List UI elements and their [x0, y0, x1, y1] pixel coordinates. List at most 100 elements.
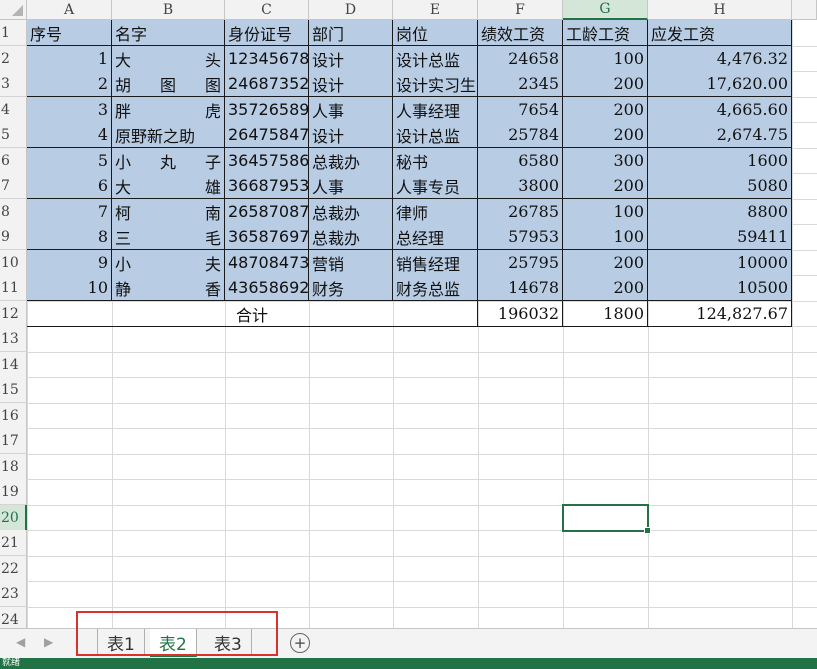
row-number-cell[interactable]: 6 — [27, 173, 112, 199]
header-cell-c[interactable]: 身份证号 — [225, 20, 309, 46]
perf-cell[interactable]: 14678 — [478, 275, 563, 301]
column-header-a[interactable]: A — [27, 0, 112, 20]
id-number-cell[interactable]: 364575868 — [225, 148, 309, 174]
row-header-7[interactable]: 7 — [0, 173, 27, 199]
column-header-c[interactable]: C — [225, 0, 309, 20]
department-cell[interactable]: 设计 — [309, 122, 393, 148]
header-cell-b[interactable]: 名字 — [112, 20, 225, 46]
name-cell[interactable]: 大头 — [112, 46, 225, 72]
seniority-cell[interactable]: 100 — [563, 224, 648, 250]
position-cell[interactable]: 人事专员 — [393, 173, 478, 199]
perf-cell[interactable]: 57953 — [478, 224, 563, 250]
column-header-g[interactable]: G — [563, 0, 648, 20]
column-header-b[interactable]: B — [112, 0, 225, 20]
row-header-3[interactable]: 3 — [0, 71, 27, 97]
name-cell[interactable]: 大雄 — [112, 173, 225, 199]
department-cell[interactable]: 营销 — [309, 250, 393, 276]
perf-cell[interactable]: 26785 — [478, 199, 563, 225]
seniority-cell[interactable]: 300 — [563, 148, 648, 174]
perf-cell[interactable]: 24658 — [478, 46, 563, 72]
position-cell[interactable]: 设计总监 — [393, 122, 478, 148]
row-header-21[interactable]: 21 — [0, 530, 27, 556]
row-header-24[interactable]: 24 — [0, 607, 27, 628]
row-header-13[interactable]: 13 — [0, 326, 27, 352]
row-header-5[interactable]: 5 — [0, 122, 27, 148]
row-number-cell[interactable]: 1 — [27, 46, 112, 72]
row-number-cell[interactable]: 4 — [27, 122, 112, 148]
seniority-cell[interactable]: 200 — [563, 275, 648, 301]
seniority-cell[interactable]: 200 — [563, 97, 648, 123]
row-header-6[interactable]: 6 — [0, 148, 27, 174]
department-cell[interactable]: 总裁办 — [309, 224, 393, 250]
header-cell-e[interactable]: 岗位 — [393, 20, 478, 46]
spreadsheet-grid[interactable]: A B C D E F G H 1 2 3 4 5 6 7 8 9 10 11 12 13 14 15 16 17 18 19 20 2… — [0, 0, 817, 628]
row-header-18[interactable]: 18 — [0, 454, 27, 480]
department-cell[interactable]: 设计 — [309, 46, 393, 72]
row-header-8[interactable]: 8 — [0, 199, 27, 225]
row-header-2[interactable]: 2 — [0, 46, 27, 72]
row-header-19[interactable]: 19 — [0, 479, 27, 505]
pay-cell[interactable]: 17,620.00 — [648, 71, 792, 97]
department-cell[interactable]: 总裁办 — [309, 148, 393, 174]
fill-handle[interactable] — [644, 527, 651, 534]
id-number-cell[interactable]: 436586923 — [225, 275, 309, 301]
row-header-1[interactable]: 1 — [0, 20, 27, 46]
position-cell[interactable]: 人事经理 — [393, 97, 478, 123]
pay-cell[interactable]: 10000 — [648, 250, 792, 276]
pay-cell[interactable]: 2,674.75 — [648, 122, 792, 148]
department-cell[interactable]: 人事 — [309, 97, 393, 123]
row-number-cell[interactable]: 9 — [27, 250, 112, 276]
column-header-h[interactable]: H — [648, 0, 792, 20]
column-header-d[interactable]: D — [309, 0, 393, 20]
position-cell[interactable]: 设计总监 — [393, 46, 478, 72]
department-cell[interactable]: 总裁办 — [309, 199, 393, 225]
total-label-cell[interactable]: 合计 — [27, 301, 478, 327]
id-number-cell[interactable]: 265870876 — [225, 199, 309, 225]
total-perf-cell[interactable]: 196032 — [478, 301, 563, 327]
seniority-cell[interactable]: 100 — [563, 46, 648, 72]
perf-cell[interactable]: 25795 — [478, 250, 563, 276]
header-cell-a[interactable]: 序号 — [27, 20, 112, 46]
name-cell[interactable]: 三毛 — [112, 224, 225, 250]
row-number-cell[interactable]: 2 — [27, 71, 112, 97]
seniority-cell[interactable]: 200 — [563, 173, 648, 199]
id-number-cell[interactable]: 365876976 — [225, 224, 309, 250]
position-cell[interactable]: 设计实习生 — [393, 71, 478, 97]
row-header-23[interactable]: 23 — [0, 581, 27, 607]
add-sheet-button[interactable]: + — [290, 633, 310, 653]
name-cell[interactable]: 静香 — [112, 275, 225, 301]
id-number-cell[interactable]: 123456789 — [225, 46, 309, 72]
perf-cell[interactable]: 7654 — [478, 97, 563, 123]
header-cell-g[interactable]: 工龄工资 — [563, 20, 648, 46]
pay-cell[interactable]: 5080 — [648, 173, 792, 199]
row-header-14[interactable]: 14 — [0, 352, 27, 378]
pay-cell[interactable]: 8800 — [648, 199, 792, 225]
position-cell[interactable]: 律师 — [393, 199, 478, 225]
perf-cell[interactable]: 6580 — [478, 148, 563, 174]
total-seniority-cell[interactable]: 1800 — [563, 301, 648, 327]
id-number-cell[interactable]: 246873520 — [225, 71, 309, 97]
row-header-4[interactable]: 4 — [0, 97, 27, 123]
pay-cell[interactable]: 10500 — [648, 275, 792, 301]
id-number-cell[interactable]: 357265894 — [225, 97, 309, 123]
header-cell-h[interactable]: 应发工资 — [648, 20, 792, 46]
row-number-cell[interactable]: 8 — [27, 224, 112, 250]
row-header-15[interactable]: 15 — [0, 377, 27, 403]
name-cell[interactable]: 胡图图 — [112, 71, 225, 97]
position-cell[interactable]: 销售经理 — [393, 250, 478, 276]
row-number-cell[interactable]: 10 — [27, 275, 112, 301]
column-header-e[interactable]: E — [393, 0, 478, 20]
header-cell-f[interactable]: 绩效工资 — [478, 20, 563, 46]
select-all-button[interactable] — [0, 0, 27, 20]
row-number-cell[interactable]: 5 — [27, 148, 112, 174]
department-cell[interactable]: 财务 — [309, 275, 393, 301]
tab-scroll-right-icon[interactable]: ▶ — [44, 635, 53, 649]
row-header-17[interactable]: 17 — [0, 428, 27, 454]
pay-cell[interactable]: 59411 — [648, 224, 792, 250]
row-header-16[interactable]: 16 — [0, 403, 27, 429]
position-cell[interactable]: 财务总监 — [393, 275, 478, 301]
seniority-cell[interactable]: 200 — [563, 250, 648, 276]
department-cell[interactable]: 人事 — [309, 173, 393, 199]
position-cell[interactable]: 总经理 — [393, 224, 478, 250]
seniority-cell[interactable]: 200 — [563, 71, 648, 97]
